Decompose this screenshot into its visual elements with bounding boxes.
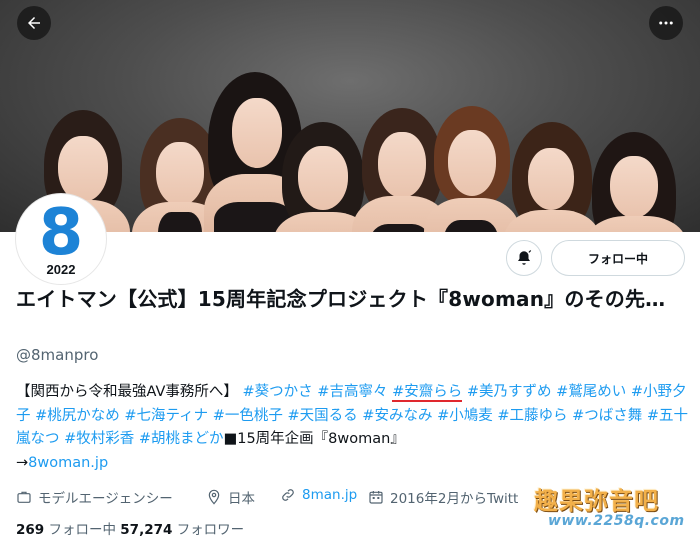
hashtag-link[interactable]: #天国るる: [288, 408, 358, 424]
meta-joined-label: 2016年2月からTwitt: [390, 491, 519, 507]
avatar[interactable]: 8 2022: [16, 194, 106, 284]
following-count[interactable]: 269 フォロー中: [16, 522, 116, 538]
header-banner-image[interactable]: [0, 0, 700, 232]
calendar-icon: [369, 491, 383, 504]
hashtag-link[interactable]: #鷲尾めい: [556, 384, 626, 400]
watermark-url: www.2258q.com: [548, 513, 685, 529]
hashtag-link[interactable]: #葵つかさ: [243, 384, 313, 400]
follow-counts: 269 フォロー中 57,274 フォロワー: [16, 518, 244, 538]
watermark-title: 趣果弥音吧: [534, 487, 659, 515]
bio-intro: 【関西から令和最強AV事務所へ】: [16, 384, 238, 400]
meta-category-label: モデルエージェンシー: [38, 491, 173, 507]
followers-count[interactable]: 57,274 フォロワー: [120, 522, 244, 538]
banner-figure: [580, 52, 690, 232]
hashtag-link[interactable]: #安みなみ: [362, 408, 432, 424]
profile-page: 8 2022 フォロー中 エイトマン【公式】15周年記念プロジェクト『8woma…: [0, 0, 700, 544]
followers-label: フォロワー: [176, 522, 245, 538]
arrow-left-icon: [28, 17, 40, 29]
bell-icon: [518, 250, 532, 265]
meta-category: モデルエージェンシー: [16, 487, 173, 507]
hashtag-link[interactable]: #七海ティナ: [124, 408, 208, 424]
avatar-year: 2022: [46, 262, 76, 277]
bio-website-link[interactable]: 8woman.jp: [28, 455, 108, 471]
bio-arrow: →: [16, 454, 29, 471]
hashtag-link[interactable]: #工藤ゆら: [497, 408, 567, 424]
meta-location: 日本: [206, 487, 255, 507]
hashtag-link[interactable]: #小鳩麦: [437, 408, 493, 424]
profile-bio: 【関西から令和最強AV事務所へ】 #葵つかさ #吉高寧々 #安齋らら #美乃すず…: [16, 381, 692, 475]
more-horizontal-icon: [659, 21, 673, 25]
meta-joined: 2016年2月からTwitt: [368, 487, 518, 507]
notifications-button[interactable]: [506, 240, 542, 276]
meta-location-label: 日本: [228, 491, 255, 507]
bio-project: ■15周年企画『8woman』: [223, 431, 405, 447]
following-label: フォロー中: [48, 522, 116, 538]
hashtag-link[interactable]: #美乃すずめ: [467, 384, 552, 400]
hashtag-link[interactable]: #吉高寧々: [317, 384, 387, 400]
avatar-numeral: 8: [38, 196, 84, 270]
following-number: 269: [16, 522, 45, 538]
hashtag-link[interactable]: #つばさ舞: [572, 408, 642, 424]
link-icon: [282, 489, 294, 501]
back-button[interactable]: [17, 6, 51, 40]
profile-display-name: エイトマン【公式】15周年記念プロジェクト『8woman』のその先…: [16, 287, 666, 311]
more-options-button[interactable]: [649, 6, 683, 40]
meta-website[interactable]: 8man.jp: [280, 487, 357, 503]
location-pin-icon: [208, 489, 220, 505]
hashtag-link[interactable]: #安齋らら: [392, 384, 463, 402]
briefcase-icon: [17, 491, 31, 503]
following-button[interactable]: フォロー中: [551, 240, 685, 276]
hashtag-link[interactable]: #桃尻かなめ: [35, 408, 120, 424]
hashtag-link[interactable]: #胡桃まどか: [139, 431, 224, 447]
followers-number: 57,274: [120, 522, 173, 538]
hashtag-link[interactable]: #牧村彩香: [64, 431, 134, 447]
profile-handle: @8manpro: [16, 346, 99, 364]
hashtag-link[interactable]: #一色桃子: [213, 408, 283, 424]
meta-website-link[interactable]: 8man.jp: [302, 487, 357, 503]
